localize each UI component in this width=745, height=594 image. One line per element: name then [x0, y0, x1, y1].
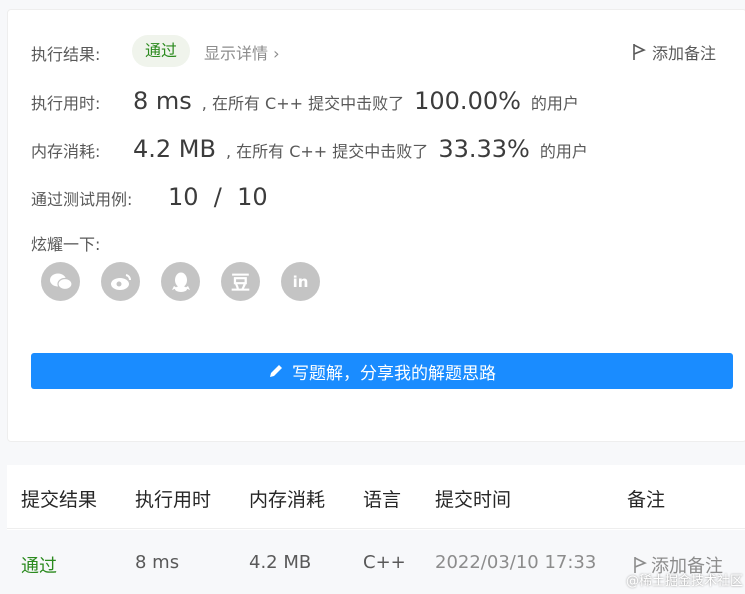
- runtime-suffix: 的用户: [530, 94, 579, 113]
- row-time: 2022/03/10 17:33: [435, 552, 597, 573]
- memory-suffix: 的用户: [539, 142, 588, 161]
- runtime-percent: 100.00%: [414, 87, 521, 115]
- write-solution-label: 写题解，分享我的解题思路: [292, 363, 496, 384]
- add-note-button[interactable]: 添加备注: [632, 40, 716, 64]
- memory-label: 内存消耗:: [31, 142, 101, 161]
- share-label: 炫耀一下:: [31, 235, 101, 254]
- pencil-icon: [270, 365, 282, 377]
- add-note-label: 添加备注: [651, 44, 716, 63]
- flag-icon: [633, 44, 646, 60]
- tests-value: 10 / 10: [168, 183, 268, 211]
- header-language: 语言: [363, 489, 402, 511]
- result-card: 执行结果: 通过 显示详情 › 添加备注 执行用时: 8 ms , 在所有 C+…: [7, 9, 745, 442]
- show-details-link[interactable]: 显示详情 ›: [204, 40, 280, 64]
- runtime-row: 执行用时: 8 ms , 在所有 C++ 提交中击败了 100.00% 的用户: [31, 87, 579, 115]
- header-note: 备注: [627, 489, 666, 511]
- header-runtime: 执行用时: [135, 489, 212, 511]
- memory-middle: , 在所有 C++ 提交中击败了: [225, 142, 429, 161]
- submission-table: 提交结果 执行用时 内存消耗 语言 提交时间 备注 通过 8 ms 4.2 MB…: [7, 465, 745, 594]
- runtime-label: 执行用时:: [31, 94, 101, 113]
- write-solution-button[interactable]: 写题解，分享我的解题思路: [31, 353, 733, 389]
- weibo-icon[interactable]: [101, 262, 140, 301]
- tests-label: 通过测试用例:: [31, 190, 133, 209]
- result-label: 执行结果:: [31, 45, 101, 64]
- runtime-middle: , 在所有 C++ 提交中击败了: [201, 94, 405, 113]
- douban-icon[interactable]: 豆: [221, 262, 260, 301]
- row-language: C++: [363, 552, 406, 573]
- row-memory: 4.2 MB: [249, 552, 312, 573]
- row-status[interactable]: 通过: [21, 552, 57, 578]
- memory-row: 内存消耗: 4.2 MB , 在所有 C++ 提交中击败了 33.33% 的用户: [31, 135, 588, 163]
- header-status: 提交结果: [21, 489, 98, 511]
- memory-percent: 33.33%: [438, 135, 530, 163]
- wechat-icon[interactable]: [41, 262, 80, 301]
- qq-icon[interactable]: [161, 262, 200, 301]
- tests-row: 通过测试用例: 10 / 10: [31, 183, 268, 211]
- share-icons: 豆 in: [41, 262, 320, 301]
- header-memory: 内存消耗: [249, 489, 326, 511]
- header-time: 提交时间: [435, 489, 512, 511]
- linkedin-icon[interactable]: in: [281, 262, 320, 301]
- watermark: @稀土掘金技术社区: [625, 574, 743, 589]
- status-badge: 通过: [132, 35, 191, 67]
- memory-value: 4.2 MB: [133, 135, 216, 163]
- runtime-value: 8 ms: [133, 87, 192, 115]
- row-runtime: 8 ms: [135, 552, 180, 573]
